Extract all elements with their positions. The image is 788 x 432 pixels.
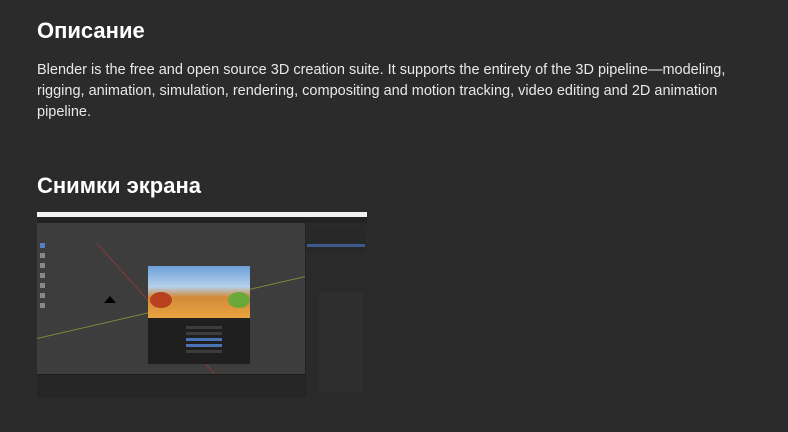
- splash-setting-row: [186, 344, 222, 347]
- rotate-tool-icon: [40, 273, 45, 278]
- move-tool-icon: [40, 263, 45, 268]
- viewport: [37, 223, 359, 393]
- camera-icon: [104, 296, 116, 303]
- properties-panel: [319, 292, 363, 392]
- outliner: [307, 226, 365, 252]
- splash-image: [148, 266, 250, 318]
- splash-screen: [148, 266, 250, 364]
- select-tool-icon: [40, 243, 45, 248]
- measure-tool-icon: [40, 303, 45, 308]
- splash-setting-row: [186, 332, 222, 335]
- timeline: [37, 374, 305, 398]
- screenshots-heading: Снимки экрана: [37, 173, 201, 198]
- tree-shape: [150, 292, 172, 308]
- cursor-tool-icon: [40, 253, 45, 258]
- splash-setting-row: [186, 326, 222, 329]
- description-heading: Описание: [37, 18, 145, 43]
- description-text: Blender is the free and open source 3D c…: [37, 62, 726, 120]
- splash-setting-row: [186, 350, 222, 353]
- tree-shape: [228, 292, 250, 308]
- outliner-selected-row: [307, 244, 365, 247]
- scale-tool-icon: [40, 283, 45, 288]
- annotate-tool-icon: [40, 293, 45, 298]
- splash-setting-row: [186, 338, 222, 341]
- screenshot-thumbnail[interactable]: [37, 212, 367, 398]
